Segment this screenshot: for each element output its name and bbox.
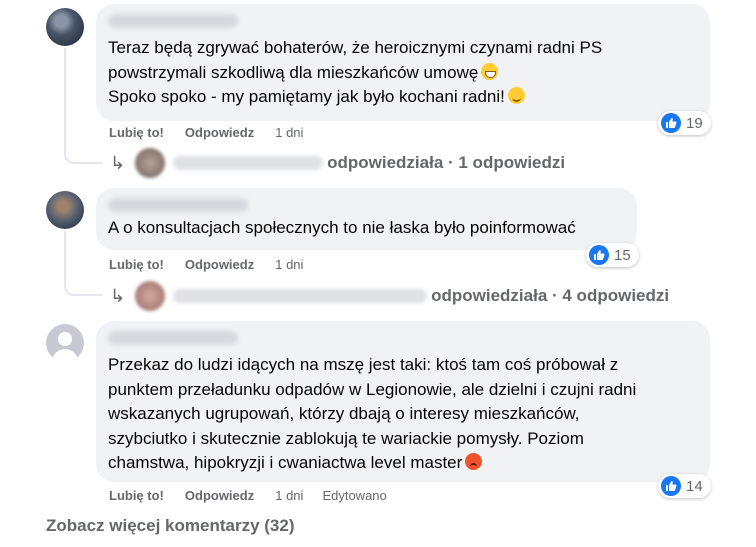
reaction-count: 14 (686, 477, 703, 495)
avatar[interactable] (46, 191, 84, 229)
thread-line (64, 48, 102, 164)
like-icon (661, 113, 681, 133)
replies-summary[interactable]: odpowiedziała · 4 odpowiedzi (431, 286, 669, 306)
reaction-summary[interactable]: 19 (658, 111, 711, 135)
author-name-blurred[interactable] (108, 331, 238, 345)
edited-label[interactable]: Edytowano (322, 488, 386, 503)
reply-names-blurred (173, 289, 428, 303)
reply-button[interactable]: Odpowiedz (185, 125, 254, 140)
reply-arrow-icon: ↳ (110, 285, 126, 306)
reply-arrow-icon: ↳ (110, 152, 126, 173)
reply-avatar (135, 281, 166, 311)
comment-actions: Lubię to! Odpowiedz 1 dni (109, 125, 303, 140)
reaction-count: 15 (614, 246, 631, 264)
reply-avatar (135, 148, 166, 178)
like-icon (589, 245, 609, 265)
see-more-comments-link[interactable]: Zobacz więcej komentarzy (32) (46, 516, 294, 536)
reply-names-blurred (173, 156, 324, 170)
timestamp[interactable]: 1 dni (275, 257, 303, 272)
comment-text: A o konsultacjach społecznych to nie łas… (108, 218, 576, 237)
replies-summary[interactable]: odpowiedziała · 1 odpowiedzi (327, 153, 565, 173)
replies-link[interactable]: ↳ odpowiedziała · 4 odpowiedzi (110, 281, 669, 311)
like-button[interactable]: Lubię to! (109, 257, 164, 272)
thread-line (64, 231, 102, 296)
author-name-blurred[interactable] (108, 198, 248, 212)
timestamp[interactable]: 1 dni (275, 125, 303, 140)
author-name-blurred[interactable] (108, 14, 238, 28)
like-button[interactable]: Lubię to! (109, 488, 164, 503)
comment-actions: Lubię to! Odpowiedz 1 dni (109, 257, 303, 272)
reaction-count: 19 (686, 114, 703, 132)
comment-bubble: Teraz będą zgrywać bohaterów, że heroicz… (96, 4, 710, 121)
like-button[interactable]: Lubię to! (109, 125, 164, 140)
reaction-summary[interactable]: 15 (586, 243, 639, 267)
comment-bubble: A o konsultacjach społecznych to nie łas… (96, 188, 637, 250)
avatar[interactable] (46, 8, 84, 46)
like-icon (661, 476, 681, 496)
comment-text: Teraz będą zgrywać bohaterów, że heroicz… (108, 38, 603, 106)
comment-actions: Lubię to! Odpowiedz 1 dni Edytowano (109, 488, 387, 503)
wink-emoji-icon (507, 87, 525, 104)
comment-bubble: Przekaz do ludzi idących na mszę jest ta… (96, 321, 710, 482)
default-avatar-icon[interactable] (46, 324, 84, 362)
reaction-summary[interactable]: 14 (658, 474, 711, 498)
grinning-emoji-icon (481, 62, 499, 80)
reply-button[interactable]: Odpowiedz (185, 488, 254, 503)
timestamp[interactable]: 1 dni (275, 488, 303, 503)
replies-link[interactable]: ↳ odpowiedziała · 1 odpowiedzi (110, 148, 565, 178)
comment-text: Przekaz do ludzi idących na mszę jest ta… (108, 355, 637, 472)
angry-emoji-icon (465, 453, 483, 470)
reply-button[interactable]: Odpowiedz (185, 257, 254, 272)
